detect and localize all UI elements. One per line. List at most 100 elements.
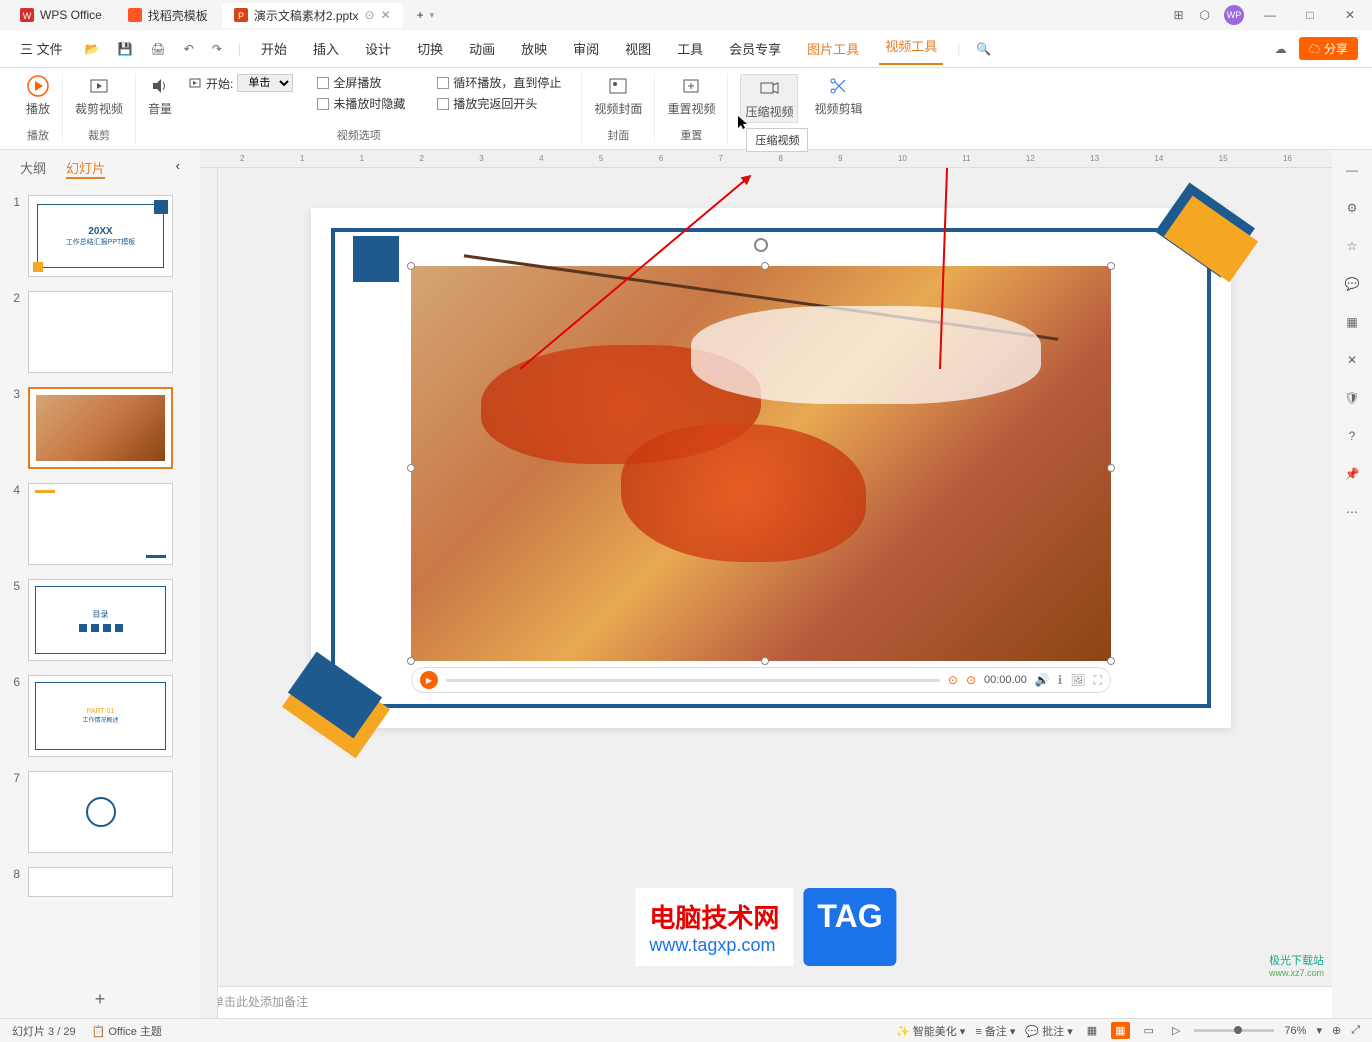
save-icon[interactable]: 💾	[116, 40, 135, 58]
file-menu[interactable]: 三 文件	[14, 35, 69, 62]
slides-tab[interactable]: 幻灯片	[66, 158, 105, 179]
play-button[interactable]: 播放	[26, 74, 50, 117]
volume-icon[interactable]: 🔊	[1035, 673, 1050, 687]
checkbox[interactable]	[317, 98, 329, 110]
minimize-button[interactable]: —	[1256, 8, 1284, 22]
print-icon[interactable]: 🖨	[149, 40, 168, 58]
theme-indicator[interactable]: 📋 Office 主题	[92, 1023, 162, 1039]
menu-member[interactable]: 会员专享	[723, 35, 787, 62]
expand-icon[interactable]: ⤢	[1351, 1024, 1360, 1037]
cover-button[interactable]: 视频封面	[594, 74, 642, 117]
menu-view[interactable]: 视图	[619, 35, 657, 62]
start-select[interactable]: 单击	[237, 74, 293, 92]
menu-transition[interactable]: 切换	[411, 35, 449, 62]
resize-handle[interactable]	[761, 657, 769, 665]
app-tab-document[interactable]: P 演示文稿素材2.pptx ⊙ ✕	[222, 3, 403, 28]
thumbnail-1[interactable]: 20XX 工作总结汇报PPT模板	[28, 195, 173, 277]
hide-option[interactable]: 未播放时隐藏	[317, 95, 405, 112]
slide[interactable]: ▶ ⊙ ⊙ 00:00.00 🔊 ℹ 🖼 ⛶	[311, 208, 1231, 728]
thumbnail-3[interactable]	[28, 387, 173, 469]
chat-icon[interactable]: 💬	[1342, 274, 1362, 294]
screenshot-icon[interactable]: 🖼	[1070, 673, 1085, 687]
more-icon[interactable]: ⋯	[1342, 502, 1362, 522]
view-sorter[interactable]: ▦	[1111, 1022, 1129, 1039]
thumbnail-8[interactable]	[28, 867, 173, 897]
undo-icon[interactable]: ↶	[182, 40, 196, 58]
menu-start[interactable]: 开始	[255, 35, 293, 62]
panel-icon[interactable]: ⊞	[1171, 6, 1185, 24]
next-frame-icon[interactable]: ⊙	[966, 673, 976, 687]
collapse-icon[interactable]: ‹	[176, 158, 180, 179]
resize-handle[interactable]	[407, 464, 415, 472]
layers-icon[interactable]: ▦	[1342, 312, 1362, 332]
thumbnail-2[interactable]	[28, 291, 173, 373]
settings-icon[interactable]: ⚙	[1342, 198, 1362, 218]
menu-animation[interactable]: 动画	[463, 35, 501, 62]
notes-toggle[interactable]: ≡ 备注 ▾	[975, 1023, 1015, 1039]
rewind-option[interactable]: 播放完返回开头	[437, 95, 561, 112]
menu-tools[interactable]: 工具	[671, 35, 709, 62]
add-slide-button[interactable]: +	[0, 981, 200, 1018]
resize-handle[interactable]	[1107, 657, 1115, 665]
avatar[interactable]: WP	[1224, 5, 1244, 25]
tools-icon[interactable]: ✕	[1342, 350, 1362, 370]
beautify-button[interactable]: ✨ 智能美化 ▾	[896, 1023, 965, 1039]
comments-toggle[interactable]: 💬 批注 ▾	[1025, 1023, 1072, 1039]
outline-tab[interactable]: 大纲	[20, 158, 46, 179]
volume-button[interactable]: 音量	[148, 74, 172, 117]
search-icon[interactable]: 🔍	[974, 40, 993, 58]
resize-handle[interactable]	[1107, 464, 1115, 472]
thumbnail-4[interactable]	[28, 483, 173, 565]
zoom-dropdown[interactable]: ▾	[1316, 1024, 1322, 1037]
thumbnail-7[interactable]	[28, 771, 173, 853]
cloud-icon[interactable]: ☁	[1273, 40, 1289, 58]
add-tab-button[interactable]: + ▾	[405, 3, 447, 28]
menu-review[interactable]: 审阅	[567, 35, 605, 62]
resize-handle[interactable]	[407, 657, 415, 665]
menu-slideshow[interactable]: 放映	[515, 35, 553, 62]
thumbnail-6[interactable]: PART 01 工作情况概述	[28, 675, 173, 757]
tab-overflow-icon[interactable]: ⊙	[365, 8, 375, 22]
zoom-thumb[interactable]	[1234, 1026, 1242, 1034]
zoom-slider[interactable]	[1194, 1029, 1274, 1032]
checkbox[interactable]	[437, 98, 449, 110]
menu-picture-tools[interactable]: 图片工具	[801, 35, 865, 62]
rotate-handle[interactable]	[754, 238, 768, 252]
chevron-down-icon[interactable]: ▾	[430, 10, 435, 21]
shield-icon[interactable]: 🛡	[1342, 388, 1362, 408]
prev-frame-icon[interactable]: ⊙	[948, 673, 958, 687]
fullscreen-option[interactable]: 全屏播放	[317, 74, 405, 91]
info-icon[interactable]: ℹ	[1058, 673, 1063, 687]
open-icon[interactable]: 📂	[83, 40, 102, 58]
thumbnail-5[interactable]: 目录	[28, 579, 173, 661]
pin-icon[interactable]: 📌	[1342, 464, 1362, 484]
compress-button[interactable]: 压缩视频	[740, 74, 798, 123]
star-icon[interactable]: ☆	[1342, 236, 1362, 256]
menu-design[interactable]: 设计	[359, 35, 397, 62]
loop-option[interactable]: 循环播放，直到停止	[437, 74, 561, 91]
reset-button[interactable]: 重置视频	[667, 74, 715, 117]
menu-video-tools[interactable]: 视频工具	[879, 32, 943, 65]
resize-handle[interactable]	[1107, 262, 1115, 270]
video-progress[interactable]	[446, 679, 940, 682]
cube-icon[interactable]: ⬡	[1198, 6, 1212, 24]
maximize-button[interactable]: □	[1296, 8, 1324, 22]
view-slideshow[interactable]: ▷	[1168, 1022, 1184, 1039]
resize-handle[interactable]	[761, 262, 769, 270]
fullscreen-icon[interactable]: ⛶	[1094, 673, 1102, 688]
trim-button[interactable]: 裁剪视频	[75, 74, 123, 117]
video-play-button[interactable]: ▶	[420, 671, 438, 689]
app-tab-wps[interactable]: W WPS Office	[8, 3, 114, 28]
redo-icon[interactable]: ↷	[210, 40, 224, 58]
close-button[interactable]: ✕	[1336, 8, 1364, 22]
fit-button[interactable]: ⊕	[1332, 1024, 1341, 1037]
minus-icon[interactable]: —	[1342, 160, 1362, 180]
share-button[interactable]: ☁ 分享	[1299, 37, 1358, 60]
close-icon[interactable]: ✕	[381, 8, 391, 22]
app-tab-templates[interactable]: 找稻壳模板	[116, 3, 220, 28]
notes-bar[interactable]: 单击此处添加备注	[200, 986, 1332, 1018]
video-edit-button[interactable]: 视频剪辑	[814, 74, 862, 123]
view-normal[interactable]: ▦	[1083, 1022, 1101, 1039]
checkbox[interactable]	[317, 77, 329, 89]
video-object[interactable]: ▶ ⊙ ⊙ 00:00.00 🔊 ℹ 🖼 ⛶	[411, 266, 1111, 661]
